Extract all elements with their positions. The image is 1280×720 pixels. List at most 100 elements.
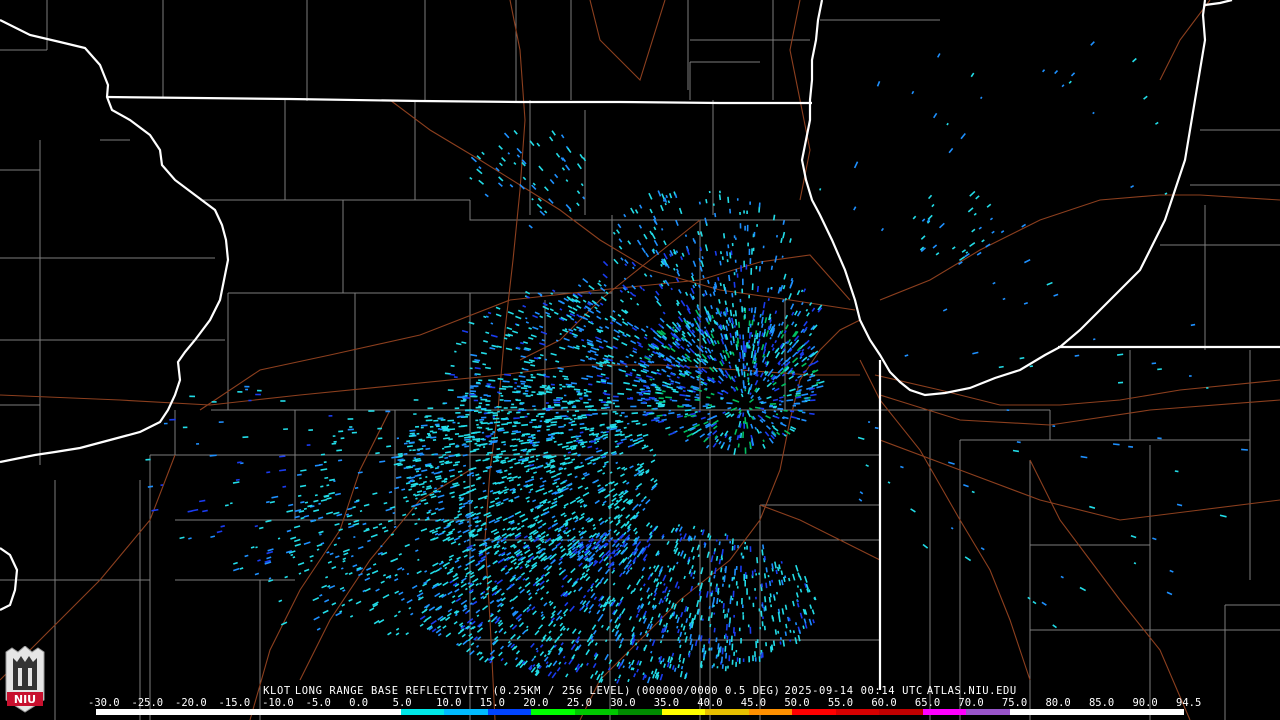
echo-pixel bbox=[747, 367, 750, 372]
echo-pixel bbox=[526, 413, 530, 415]
echo-pixel bbox=[1052, 425, 1056, 427]
echo-pixel bbox=[752, 602, 755, 608]
echo-pixel bbox=[728, 655, 731, 662]
echo-pixel bbox=[248, 399, 252, 402]
echo-pixel bbox=[572, 414, 577, 417]
echo-pixel bbox=[585, 413, 590, 416]
echo-pixel bbox=[1157, 437, 1162, 440]
echo-pixel bbox=[478, 405, 482, 408]
echo-pixel bbox=[731, 659, 734, 665]
colorscale-swatch bbox=[574, 709, 619, 715]
echo-pixel bbox=[476, 426, 481, 429]
echo-pixel bbox=[682, 404, 690, 406]
echo-pixel bbox=[736, 586, 739, 589]
echo-pixel bbox=[501, 409, 504, 412]
echo-pixel bbox=[237, 391, 243, 393]
echo-pixel bbox=[516, 399, 521, 402]
echo-pixel bbox=[745, 264, 748, 270]
colorscale-label: 75.0 bbox=[1001, 697, 1028, 709]
echo-pixel bbox=[754, 651, 756, 657]
echo-pixel bbox=[499, 399, 504, 401]
echo-pixel bbox=[727, 665, 729, 669]
echo-pixel bbox=[492, 431, 496, 434]
echo-pixel bbox=[713, 612, 716, 615]
echo-pixel bbox=[452, 421, 456, 424]
echo-pixel bbox=[744, 225, 746, 231]
echo-pixel bbox=[712, 604, 715, 607]
echo-pixel bbox=[792, 404, 796, 407]
colorscale-label: -10.0 bbox=[262, 697, 294, 709]
echo-pixel bbox=[485, 404, 490, 406]
echo-pixel bbox=[726, 639, 729, 643]
echo-pixel bbox=[754, 657, 757, 662]
echo-pixel bbox=[584, 426, 587, 429]
echo-pixel bbox=[721, 600, 723, 604]
colorscale-labels: -30.0 -25.0 -20.0 -15.0 -10.0 -5.0 0.0 5.0 10.0 1… bbox=[88, 697, 1201, 709]
echo-pixel bbox=[754, 569, 757, 573]
echo-pixel bbox=[733, 272, 736, 276]
echo-pixel bbox=[429, 430, 434, 433]
echo-pixel bbox=[492, 416, 495, 418]
echo-pixel bbox=[529, 421, 533, 424]
echo-pixel bbox=[545, 390, 549, 393]
echo-pixel bbox=[612, 402, 615, 405]
echo-pixel bbox=[630, 405, 637, 408]
echo-pixel bbox=[756, 224, 758, 227]
echo-pixel bbox=[563, 394, 567, 397]
echo-pixel bbox=[760, 649, 763, 653]
echo-pixel bbox=[435, 425, 440, 428]
echo-pixel bbox=[743, 573, 745, 581]
echo-pixel bbox=[427, 434, 431, 437]
echo-pixel bbox=[1206, 387, 1209, 389]
echo-pixel bbox=[746, 588, 748, 595]
colorscale-label: -5.0 bbox=[305, 697, 331, 709]
echo-pixel bbox=[652, 407, 658, 410]
echo-pixel bbox=[545, 407, 553, 410]
echo-pixel bbox=[516, 385, 521, 388]
echo-pixel bbox=[511, 403, 515, 406]
echo-pixel bbox=[474, 373, 478, 376]
echo-pixel bbox=[663, 400, 666, 402]
colorscale-label: 85.0 bbox=[1088, 697, 1115, 709]
echo-pixel bbox=[306, 444, 311, 447]
echo-pixel bbox=[716, 666, 719, 669]
echo-pixel bbox=[552, 386, 556, 389]
echo-pixel bbox=[513, 421, 518, 424]
echo-pixel bbox=[497, 410, 500, 413]
echo-pixel bbox=[447, 419, 454, 422]
colorscale-label: -25.0 bbox=[131, 697, 164, 709]
echo-pixel bbox=[479, 418, 485, 421]
echo-pixel bbox=[500, 395, 504, 397]
echo-pixel bbox=[280, 400, 286, 402]
echo-pixel bbox=[414, 425, 420, 428]
echo-pixel bbox=[748, 656, 751, 663]
echo-pixel bbox=[751, 334, 754, 337]
echo-pixel bbox=[530, 394, 534, 397]
echo-pixel bbox=[746, 210, 748, 214]
echo-pixel bbox=[748, 596, 751, 600]
echo-pixel bbox=[733, 235, 736, 239]
colorscale-label: -20.0 bbox=[175, 697, 207, 709]
echo-pixel bbox=[469, 386, 474, 389]
echo-pixel bbox=[473, 385, 479, 388]
echo-pixel bbox=[744, 389, 747, 392]
echo-pixel bbox=[664, 414, 667, 417]
echo-pixel bbox=[447, 389, 454, 392]
colorscale-label: 45.0 bbox=[740, 697, 767, 709]
echo-pixel bbox=[560, 407, 564, 410]
logo-text: NIU bbox=[14, 693, 36, 706]
echo-pixel bbox=[758, 202, 761, 208]
colorscale-label: 10.0 bbox=[436, 697, 462, 709]
colorscale-label: -15.0 bbox=[218, 697, 251, 709]
echo-pixel bbox=[433, 419, 439, 422]
echo-pixel bbox=[761, 604, 764, 607]
echo-pixel bbox=[727, 608, 730, 613]
echo-pixel bbox=[513, 387, 517, 390]
product-caption: KLOT LONG RANGE BASE REFLECTIVITY (0.25KM … bbox=[0, 685, 1280, 697]
echo-pixel bbox=[740, 345, 743, 351]
echo-pixel bbox=[698, 410, 701, 413]
echo-pixel bbox=[545, 421, 549, 424]
colorscale-swatch bbox=[139, 709, 184, 715]
echo-pixel bbox=[744, 314, 746, 319]
echo-pixel bbox=[257, 389, 262, 392]
